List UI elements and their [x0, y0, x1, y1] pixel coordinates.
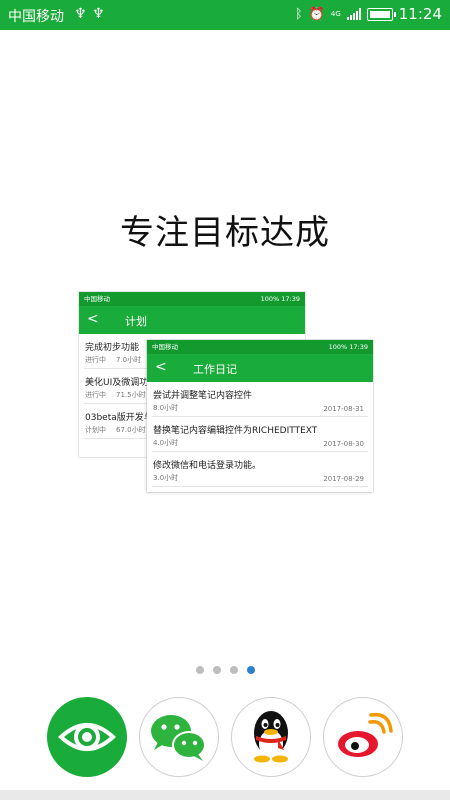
page-dot[interactable]: [212, 666, 221, 674]
plan-title: 计划: [125, 315, 147, 328]
mini-status-right: 100% 17:39: [260, 295, 300, 303]
qq-button[interactable]: [231, 697, 311, 777]
headline: 专注目标达成: [120, 213, 330, 253]
mini-status-bar: 中国移动 100% 17:39: [147, 340, 373, 354]
mini-carrier: 中国移动: [152, 343, 178, 351]
page-indicator: [0, 666, 450, 674]
battery-icon: [366, 7, 396, 21]
bluetooth-icon: ᛒ: [294, 6, 303, 22]
diary-screenshot: 中国移动 100% 17:39 < 工作日记 尝试并调整笔记内容控件 8.0小时…: [147, 340, 373, 492]
clock: 11:24: [398, 5, 442, 23]
mini-carrier: 中国移动: [84, 295, 110, 303]
list-item: 尝试并调整笔记内容控件 8.0小时 2017-08-31: [152, 382, 368, 417]
qq-penguin-icon: [254, 711, 288, 763]
weibo-icon: [338, 712, 393, 757]
wechat-icon: [151, 715, 206, 761]
status-icons: ᛒ ⏰ 4G 11:24: [295, 5, 442, 23]
bottom-divider: [0, 790, 450, 800]
item-date: 2017-08-31: [323, 405, 364, 413]
status-bar: 中国移动 ♆ ♆ ᛒ ⏰ 4G 11:24: [0, 0, 450, 30]
diary-title: 工作日记: [193, 363, 237, 376]
list-item: 替换笔记内容编辑控件为RICHEDITTEXT 4.0小时 2017-08-30: [152, 417, 368, 452]
item-title: 尝试并调整笔记内容控件: [153, 391, 253, 401]
item-title: 替换笔记内容编辑控件为RICHEDITTEXT: [153, 426, 318, 436]
back-arrow-icon: <: [87, 311, 99, 327]
list-item: 修改微信和电话登录功能。 3.0小时 2017-08-29: [152, 452, 368, 487]
carrier-label: 中国移动: [8, 9, 64, 25]
wechat-button[interactable]: [139, 697, 219, 777]
diary-list: 尝试并调整笔记内容控件 8.0小时 2017-08-31 替换笔记内容编辑控件为…: [147, 382, 373, 487]
mini-app-bar: < 计划: [79, 306, 305, 334]
alarm-icon: ⏰: [308, 6, 325, 22]
signal-icon: [346, 8, 361, 20]
item-title: 修改微信和电话登录功能。: [153, 461, 262, 471]
back-arrow-icon: <: [155, 359, 167, 375]
eye-button[interactable]: [47, 697, 127, 777]
item-date: 2017-08-29: [323, 475, 364, 483]
usb-icon: ♆: [74, 6, 87, 22]
page-dot[interactable]: [195, 666, 204, 674]
item-date: 2017-08-30: [323, 440, 364, 448]
page-dot[interactable]: [229, 666, 238, 674]
usb-icon: ♆: [92, 6, 105, 22]
weibo-button[interactable]: [323, 697, 403, 777]
eye-icon: [58, 723, 116, 751]
mini-app-bar: < 工作日记: [147, 354, 373, 382]
page-dot-active[interactable]: [246, 666, 255, 674]
mini-status-right: 100% 17:39: [328, 343, 368, 351]
network-type: 4G: [330, 9, 341, 18]
mini-status-bar: 中国移动 100% 17:39: [79, 292, 305, 306]
